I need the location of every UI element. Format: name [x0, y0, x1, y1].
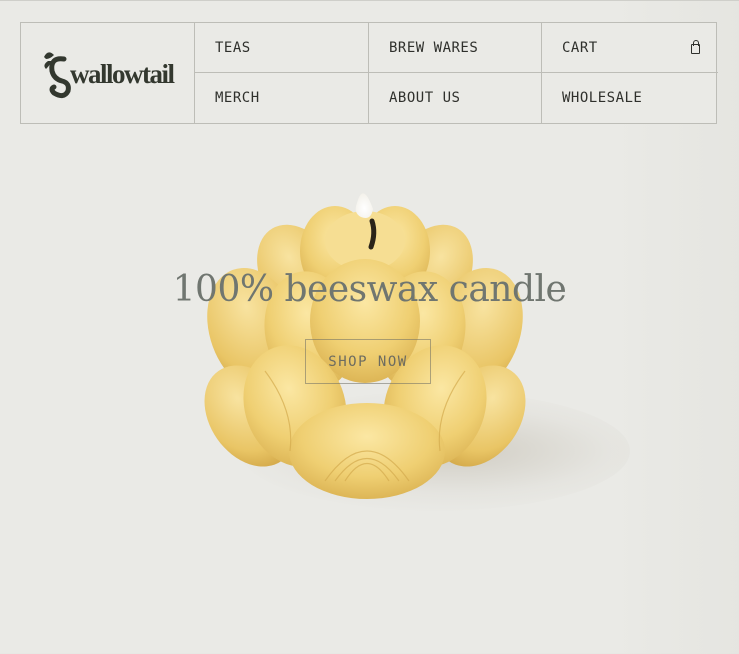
site-header: wallowtail TEAS BREW WARES CART MERCH AB… [20, 22, 718, 124]
logo[interactable]: wallowtail [21, 23, 195, 123]
page: 100% beeswax candle SHOP NOW wallowtail … [0, 0, 739, 654]
swallowtail-logo-icon: wallowtail [43, 52, 176, 99]
nav-teas[interactable]: TEAS [195, 23, 369, 73]
nav-wholesale[interactable]: WHOLESALE [542, 73, 718, 123]
cart-label: CART [562, 39, 598, 56]
shop-now-button[interactable]: SHOP NOW [305, 339, 431, 384]
nav-about-us[interactable]: ABOUT US [369, 73, 542, 123]
shopping-bag-icon [691, 39, 700, 54]
nav-merch[interactable]: MERCH [195, 73, 369, 123]
svg-text:wallowtail: wallowtail [70, 59, 175, 89]
hero-title: 100% beeswax candle [172, 269, 567, 310]
nav-cart[interactable]: CART [542, 23, 718, 73]
nav-brew-wares[interactable]: BREW WARES [369, 23, 542, 73]
